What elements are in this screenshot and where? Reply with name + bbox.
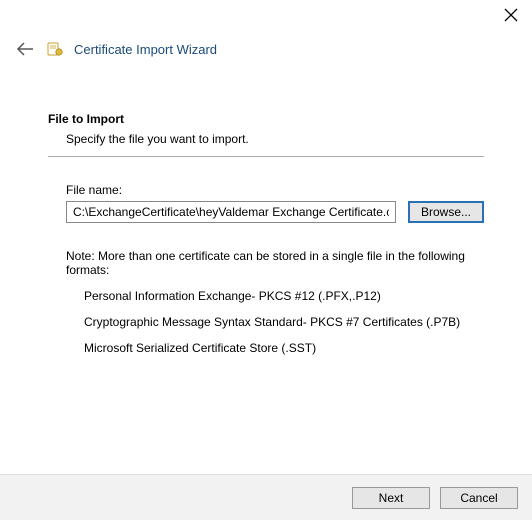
wizard-footer: Next Cancel (0, 474, 532, 520)
format-list: Personal Information Exchange- PKCS #12 … (48, 289, 484, 355)
divider (48, 156, 484, 157)
file-name-label: File name: (66, 183, 484, 197)
next-button[interactable]: Next (352, 487, 430, 509)
note-text: Note: More than one certificate can be s… (48, 249, 484, 277)
wizard-content: File to Import Specify the file you want… (0, 60, 532, 355)
back-button[interactable] (14, 38, 36, 60)
close-icon (504, 8, 518, 22)
format-item: Microsoft Serialized Certificate Store (… (84, 341, 484, 355)
format-item: Personal Information Exchange- PKCS #12 … (84, 289, 484, 303)
back-arrow-icon (15, 41, 35, 57)
cancel-button[interactable]: Cancel (440, 487, 518, 509)
format-item: Cryptographic Message Syntax Standard- P… (84, 315, 484, 329)
close-button[interactable] (504, 8, 518, 22)
section-heading: File to Import (48, 112, 484, 126)
file-name-input[interactable] (66, 201, 396, 223)
wizard-title: Certificate Import Wizard (74, 42, 217, 57)
wizard-header: Certificate Import Wizard (0, 0, 532, 60)
certificate-wizard-icon (46, 40, 64, 58)
section-subtext: Specify the file you want to import. (48, 132, 484, 146)
browse-button[interactable]: Browse... (408, 201, 484, 223)
